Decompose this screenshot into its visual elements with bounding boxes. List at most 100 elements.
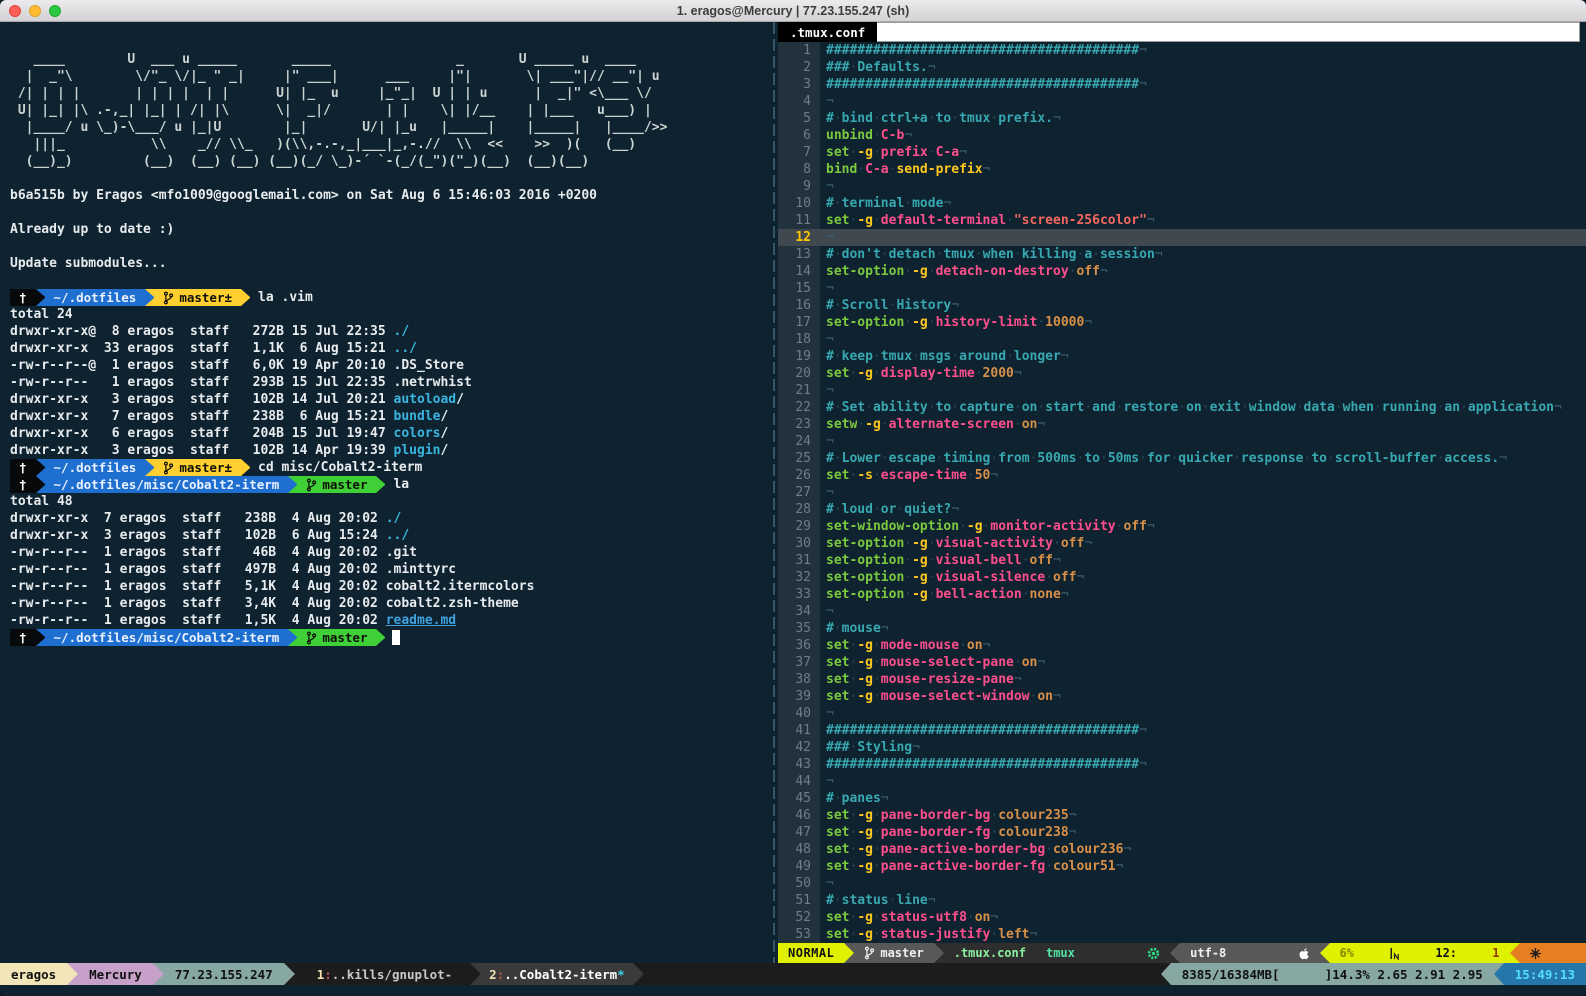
vim-line: 27¬	[778, 484, 1586, 501]
vim-line: 46set·-g·pane-border-bg·colour235¬	[778, 807, 1586, 824]
ls-row-meta: drwxr-xr-x 6 eragos staff 204B 15 Jul 19…	[10, 425, 394, 442]
vim-line-number-gutter: 2	[778, 59, 820, 76]
vim-line: 53set·-g·status-justify·left¬	[778, 926, 1586, 943]
vim-line-text: #·Lower·escape·timing·from·500ms·to·50ms…	[820, 450, 1586, 467]
vim-line-number-gutter: 49	[778, 858, 820, 875]
vim-line-number-gutter: 44	[778, 773, 820, 790]
vim-line: 17set-option·-g·history-limit·10000¬	[778, 314, 1586, 331]
vim-line-text: #·status·line¬	[820, 892, 1586, 909]
eol-listchar: ¬	[928, 893, 936, 908]
vim-line-text: set·-g·mode-mouse·on¬	[820, 637, 1586, 654]
git-branch-icon	[864, 946, 875, 960]
ls-dir-slash: /	[440, 425, 448, 442]
terminal-line: -rw-r--r-- 1 eragos staff 46B 4 Aug 20:0…	[10, 544, 770, 561]
tmux-window-2-active[interactable]: 2:..Cobalt2-iterm*	[481, 963, 632, 985]
terminal-line: drwxr-xr-x@ 8 eragos staff 272B 15 Jul 2…	[10, 323, 770, 340]
tmux-status-bar: eragos Mercury 77.23.155.247 1:..kills/g…	[0, 963, 1586, 985]
terminal-line: |____/ u \_)-\___/ u |_|U |_| U/| |_u |_…	[10, 119, 770, 136]
terminal-line: /| | | | | | | | | | U| |_ u |_"_| U | |…	[10, 85, 770, 102]
eol-listchar: ¬	[881, 621, 889, 636]
vim-tab-tmux-conf[interactable]: .tmux.conf	[778, 22, 877, 42]
vim-line-number-gutter: 47	[778, 824, 820, 841]
eol-listchar: ¬	[1037, 417, 1045, 432]
prompt-git-segment: master±	[154, 289, 241, 306]
eol-listchar: ¬	[1147, 519, 1155, 534]
eol-listchar: ¬	[1069, 808, 1077, 823]
vim-line-text: set·-g·pane-border-fg·colour238¬	[820, 824, 1586, 841]
vim-line-text: set-option·-g·bell-action·none¬	[820, 586, 1586, 603]
vim-line: 38set·-g·mouse-resize-pane¬	[778, 671, 1586, 688]
ls-row-meta: drwxr-xr-x 7 eragos staff 238B 4 Aug 20:…	[10, 510, 386, 527]
terminal-line: drwxr-xr-x 33 eragos staff 1,1K 6 Aug 15…	[10, 340, 770, 357]
prompt-git-segment: master	[297, 629, 376, 646]
ls-filename: cobalt2.zsh-theme	[386, 595, 519, 612]
eol-listchar: ¬	[826, 774, 834, 789]
powerline-arrow	[241, 289, 250, 306]
ls-row-meta: -rw-r--r-- 1 eragos staff 3,4K 4 Aug 20:…	[10, 595, 386, 612]
vim-line: 4¬	[778, 93, 1586, 110]
tmux-memory-load: 8385/16384MB [ ] 14.3% 2.65 2.91 2.95	[1171, 963, 1494, 985]
vim-line: 5#·bind·ctrl+a·to·tmux·prefix.¬	[778, 110, 1586, 127]
ascii-art-line: |____/ u \_)-\___/ u |_|U |_| U/| |_u |_…	[10, 119, 667, 136]
eol-listchar: ¬	[826, 383, 834, 398]
titlebar[interactable]: 1. eragos@Mercury | 77.23.155.247 (sh)	[0, 0, 1586, 22]
powerline-arrow	[844, 943, 854, 963]
powerline-arrow	[1494, 963, 1504, 985]
vim-line-text: #·mouse¬	[820, 620, 1586, 637]
vim-line: 9¬	[778, 178, 1586, 195]
shell-pane[interactable]: ____ U ___ u _____ _____ _ U _____ u ___…	[0, 22, 770, 963]
ascii-art-line: (__)_) (__) (__) (__) (__)(_/ \_)-´ `-(_…	[10, 153, 589, 170]
vim-line: 52set·-g·status-utf8·on¬	[778, 909, 1586, 926]
vim-line: 7set·-g·prefix·C-a¬	[778, 144, 1586, 161]
window-bottom-margin	[0, 985, 1586, 996]
ascii-art-line: |||_ \\ _// \\_ )(\\,-.-,_|___|_,-.// \\…	[10, 136, 636, 153]
vim-line-text: ¬	[820, 382, 1586, 399]
tmux-pane-divider[interactable]	[770, 22, 778, 963]
tmux-clock: 15:49:13	[1504, 963, 1586, 985]
eol-listchar: ¬	[1014, 672, 1022, 687]
eol-listchar: ¬	[826, 230, 834, 245]
vim-line-text: set·-g·prefix·C-a¬	[820, 144, 1586, 161]
vim-line: 21¬	[778, 382, 1586, 399]
eol-listchar: ¬	[881, 791, 889, 806]
terminal-line	[10, 34, 770, 51]
vim-line: 13#·don't·detach·tmux·when·killing·a·ses…	[778, 246, 1586, 263]
tmux-window-1[interactable]: 1:..kills/gnuplot-	[309, 963, 460, 985]
vim-line-text: ########################################…	[820, 722, 1586, 739]
vim-line-number-gutter: 31	[778, 552, 820, 569]
git-branch-icon	[306, 478, 317, 492]
vim-cursor-line: 12 ¬	[778, 229, 1586, 246]
vim-line-number-gutter: 37	[778, 654, 820, 671]
vim-buffer[interactable]: 1#######################################…	[778, 42, 1586, 943]
vim-line-number-gutter: 8	[778, 161, 820, 178]
vim-line-number-gutter: 24	[778, 433, 820, 450]
vim-line: 24¬	[778, 433, 1586, 450]
vim-line-number-gutter: 22	[778, 399, 820, 416]
ls-filename[interactable]: readme.md	[386, 612, 456, 629]
eol-listchar: ¬	[1139, 43, 1147, 58]
terminal-line: -rw-r--r-- 1 eragos staff 5,1K 4 Aug 20:…	[10, 578, 770, 595]
terminal-line: drwxr-xr-x 6 eragos staff 204B 15 Jul 19…	[10, 425, 770, 442]
eol-listchar: ¬	[1147, 213, 1155, 228]
eol-listchar: ¬	[904, 128, 912, 143]
terminal-line: Already up to date :)	[10, 221, 770, 238]
typed-command: la .vim	[250, 289, 313, 306]
git-branch-icon	[306, 631, 317, 645]
ls-row-meta: drwxr-xr-x 3 eragos staff 102B 14 Apr 19…	[10, 442, 394, 459]
ascii-art-line: | _"\ \/"_ \/|_ " _| |" ___| ___ |"| \| …	[10, 68, 660, 85]
vim-line: 40¬	[778, 705, 1586, 722]
eol-listchar: ¬	[826, 604, 834, 619]
vim-line-number-gutter: 53	[778, 926, 820, 943]
powerline-arrow	[934, 943, 944, 963]
ls-row-meta: drwxr-xr-x 33 eragos staff 1,1K 6 Aug 15…	[10, 340, 394, 357]
vim-line: 32set-option·-g·visual-silence·off¬	[778, 569, 1586, 586]
prompt-path-segment: ~/.dotfiles/misc/Cobalt2-iterm	[45, 476, 289, 493]
eol-listchar: ¬	[1084, 536, 1092, 551]
whitespace-warning-icon	[1530, 948, 1541, 959]
vim-line-text: ¬	[820, 875, 1586, 892]
vim-pane[interactable]: .tmux.conf 1############################…	[778, 22, 1586, 963]
ls-filename: autoload	[394, 391, 457, 408]
eol-listchar: ¬	[826, 179, 834, 194]
vim-line-number-gutter: 12	[778, 229, 820, 246]
vim-line: 42###·Styling¬	[778, 739, 1586, 756]
